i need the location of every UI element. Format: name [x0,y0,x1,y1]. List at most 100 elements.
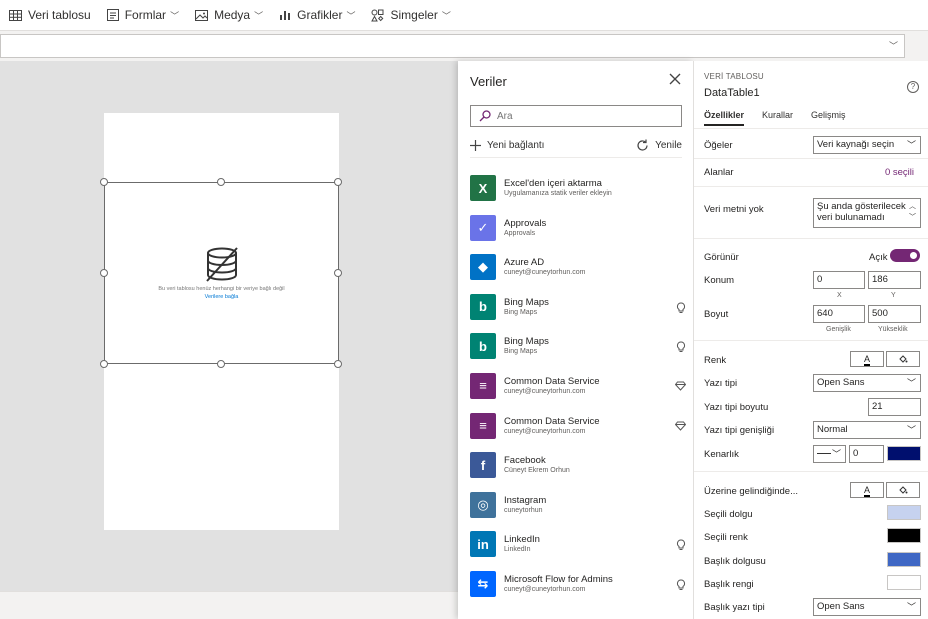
icons-menu[interactable]: Simgeler ﹀ [363,0,458,31]
border-width-input[interactable]: 0 [849,445,884,463]
spin-down-icon[interactable]: ﹀ [909,212,916,223]
divider [694,471,928,472]
forms-label: Formlar [124,8,167,22]
visible-toggle[interactable] [890,249,920,262]
resize-handle-se[interactable] [334,360,342,368]
connection-item[interactable]: X Excel'den içeri aktarma Uygulamanıza sta… [470,173,688,213]
form-icon [106,9,119,21]
text-color-button[interactable]: A [850,351,884,367]
font-dropdown[interactable]: Open Sans ﹀ [813,374,921,392]
connection-name: Bing Maps [504,336,549,348]
chevron-down-icon: ﹀ [831,449,841,459]
header-font-dropdown[interactable]: Open Sans ﹀ [813,598,921,616]
close-icon[interactable] [669,73,681,85]
refresh-button[interactable]: Yenile [636,139,682,152]
font-weight-dropdown[interactable]: Normal ﹀ [813,421,921,439]
connection-item[interactable]: ◎ Instagram cuneytorhun [470,490,688,530]
border-style-dropdown[interactable]: ﹀ [813,445,846,463]
height-input[interactable]: 500 [868,305,921,323]
connection-item[interactable]: f Facebook Cüneyt Ekrem Orhun [470,450,688,490]
border-color-swatch[interactable] [887,446,921,461]
header-fill-swatch[interactable] [887,552,921,567]
items-dropdown[interactable]: Veri kaynağı seçin ﹀ [813,136,921,154]
image-icon [195,9,209,21]
tab-rules[interactable]: Kurallar [762,110,793,126]
chevron-down-icon: ﹀ [906,425,916,435]
header-fill-label: Başlık dolgusu [704,556,766,567]
design-canvas: Bu veri tablosu henüz herhangi bir veriy… [0,61,458,591]
data-pane-actions: Yeni bağlantı Yenile [470,134,682,158]
font-weight-value: Normal [817,424,848,435]
position-x-input[interactable]: 0 [813,271,865,289]
connection-item[interactable]: ✓ Approvals Approvals [470,213,688,253]
text-color-glyph: A [863,354,870,366]
spin-up-icon[interactable]: ︿ [909,201,916,212]
media-menu[interactable]: Medya ﹀ [187,0,271,31]
connection-account: Bing Maps [504,348,538,356]
bing-maps-icon: b [470,333,496,360]
header-color-swatch[interactable] [887,575,921,590]
resize-handle-ne[interactable] [334,178,342,186]
chevron-down-icon: ﹀ [906,378,916,388]
connection-text: Excel'den içeri aktarma Uygulamanıza stat… [504,173,612,199]
new-connection-label: Yeni bağlantı [487,140,545,151]
connection-name: Common Data Service [504,415,600,427]
help-icon[interactable]: ? [907,81,919,93]
data-table-button[interactable]: Veri tablosu [0,0,99,31]
hover-text-color-button[interactable]: A [850,482,884,498]
connection-item[interactable]: ≡ Common Data Service cuneyt@cuneytorhun.c… [470,371,688,411]
formula-input[interactable]: ﹀ [0,34,905,58]
font-label: Yazı tipi [704,378,738,389]
shapes-icon [371,9,384,21]
tab-advanced[interactable]: Gelişmiş [811,110,846,126]
tab-properties[interactable]: Özellikler [704,110,745,126]
connection-text: Common Data Service cuneyt@cuneytorhun.co… [504,411,600,437]
fields-edit-link[interactable]: 0 seçili [885,167,914,178]
hover-fill-color-button[interactable] [886,482,920,498]
no-data-text-value: Şu anda gösterilecek veri bulunamadı [817,201,906,223]
new-connection-button[interactable]: Yeni bağlantı [470,140,544,151]
connect-data-link[interactable]: Verilere bağla [105,293,338,301]
height-caption: Yükseklik [878,326,908,333]
icons-label: Simgeler [390,8,438,22]
chevron-down-icon[interactable]: ﹀ [889,39,898,52]
connection-item[interactable]: b Bing Maps Bing Maps [470,292,688,332]
connection-item[interactable]: ◆ Azure AD cuneyt@cuneytorhun.com [470,252,688,292]
data-table-control[interactable]: Bu veri tablosu henüz herhangi bir veriy… [104,182,339,364]
no-data-text-input[interactable]: Şu anda gösterilecek veri bulunamadı ︿ ﹀ [813,198,921,228]
connection-item[interactable]: ≡ Common Data Service cuneyt@cuneytorhun.c… [470,411,688,451]
font-size-input[interactable]: 21 [868,398,921,416]
flow-icon: ⇆ [470,570,496,597]
resize-handle-nw[interactable] [100,178,108,186]
line-style-icon [817,452,831,454]
resize-handle-e[interactable] [334,269,342,277]
status-bar [0,591,458,619]
charts-menu[interactable]: Grafikler ﹀ [271,0,363,31]
connection-item[interactable]: b Bing Maps Bing Maps [470,331,688,371]
connection-name: Facebook [504,455,546,467]
resize-handle-sw[interactable] [100,360,108,368]
common-data-service-icon: ≡ [470,412,496,439]
data-pane-title: Veriler [470,74,507,89]
connection-item[interactable]: in LinkedIn LinkedIn [470,529,688,569]
selected-color-swatch[interactable] [887,528,921,543]
resize-handle-n[interactable] [217,178,225,186]
search-input[interactable] [497,110,667,122]
connection-item[interactable]: ⇆ Microsoft Flow for Admins cuneyt@cuneyto… [470,569,688,609]
width-caption: Genişlik [826,326,851,333]
data-table-label: Veri tablosu [28,8,91,22]
position-y-input[interactable]: 186 [868,271,921,289]
bing-maps-icon: b [470,293,496,320]
header-color-label: Başlık rengi [704,579,754,590]
resize-handle-w[interactable] [100,269,108,277]
connection-account: cuneyt@cuneytorhun.com [504,585,586,593]
forms-menu[interactable]: Formlar ﹀ [99,0,187,31]
control-name[interactable]: DataTable1 [704,87,760,99]
resize-handle-s[interactable] [217,360,225,368]
plus-icon [470,140,481,151]
chevron-down-icon: ﹀ [906,140,916,150]
connection-name: Excel'den içeri aktarma [504,178,602,189]
width-input[interactable]: 640 [813,305,865,323]
selected-fill-swatch[interactable] [887,505,921,520]
fill-color-button[interactable] [886,351,920,367]
